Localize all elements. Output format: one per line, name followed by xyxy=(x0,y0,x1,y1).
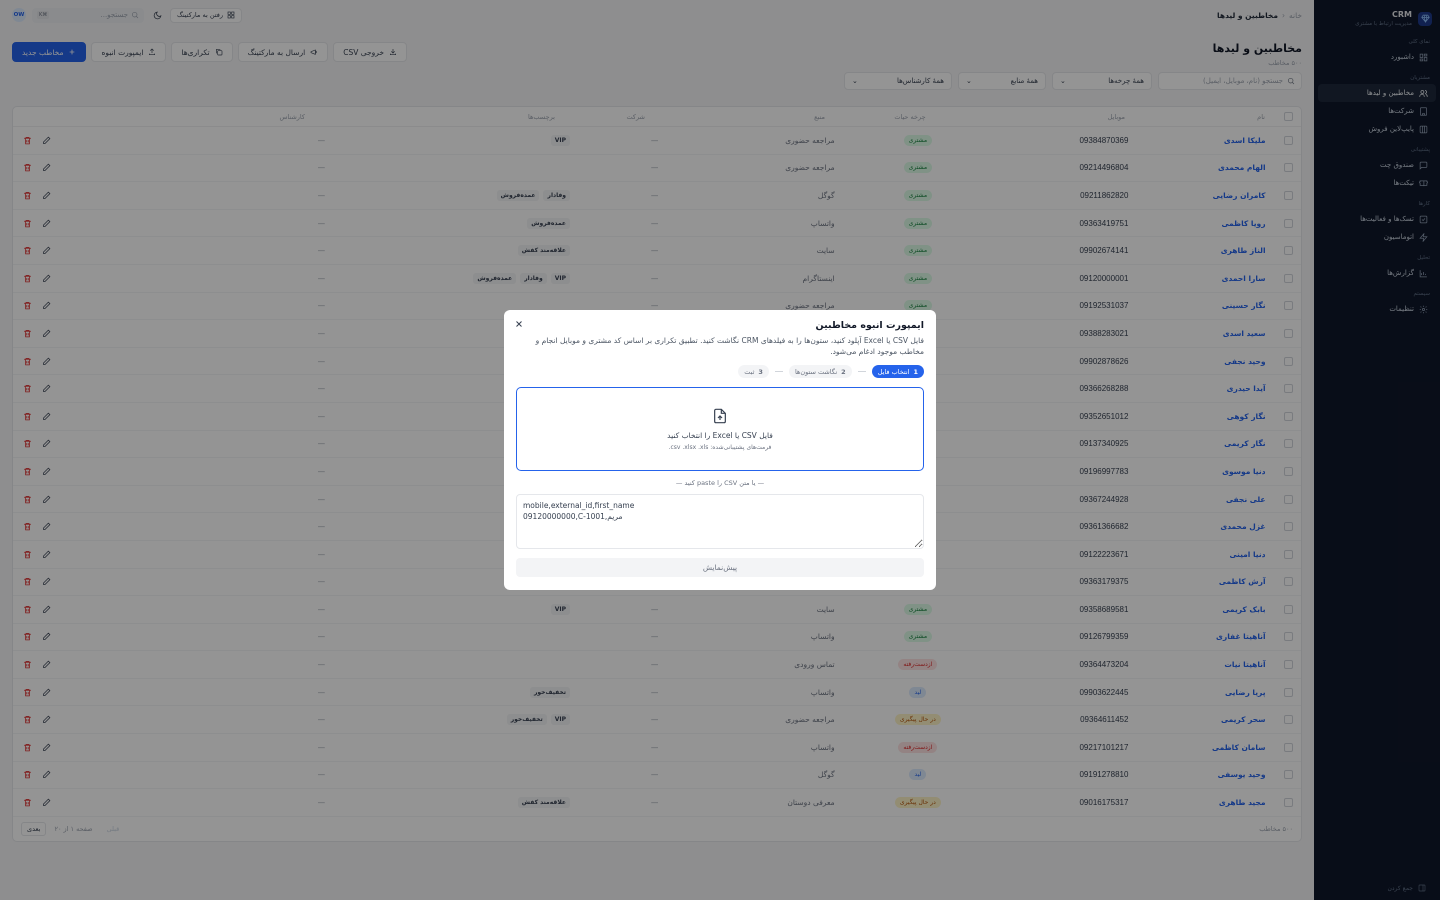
modal-title: ایمپورت انبوه مخاطبین xyxy=(815,320,924,331)
step-label: نگاشت ستون‌ها xyxy=(794,367,838,376)
preview-button[interactable]: پیش‌نمایش xyxy=(516,558,924,577)
import-step: 1 انتخاب فایل xyxy=(871,365,924,378)
file-upload-icon xyxy=(714,408,726,423)
step-separator xyxy=(857,371,866,372)
dropzone-formats: فرمت‌های پشتیبانی‌شده: csv .xlsx .xls. xyxy=(668,443,772,451)
modal-description: فایل CSV یا Excel آپلود کنید، ستون‌ها را… xyxy=(535,336,924,356)
step-label: انتخاب فایل xyxy=(877,367,910,376)
import-steps: 1 انتخاب فایل 2 نگاشت ستون‌ها 3 ثبت xyxy=(516,365,924,378)
file-dropzone[interactable]: فایل CSV یا Excel را انتخاب کنید فرمت‌ها… xyxy=(516,387,924,471)
close-icon[interactable] xyxy=(514,319,524,329)
step-label: ثبت xyxy=(744,367,755,376)
bulk-import-modal: ایمپورت انبوه مخاطبین فایل CSV یا Excel … xyxy=(504,310,936,590)
step-number: 2 xyxy=(841,367,846,376)
dropzone-label: فایل CSV یا Excel را انتخاب کنید xyxy=(667,430,773,440)
step-number: 3 xyxy=(758,367,763,376)
step-separator xyxy=(774,371,783,372)
import-step: 2 نگاشت ستون‌ها xyxy=(788,365,852,378)
paste-divider: — یا متن CSV را paste کنید — xyxy=(675,479,765,487)
import-step: 3 ثبت xyxy=(738,365,769,378)
step-number: 1 xyxy=(913,367,918,376)
csv-paste-textarea[interactable] xyxy=(516,494,924,549)
